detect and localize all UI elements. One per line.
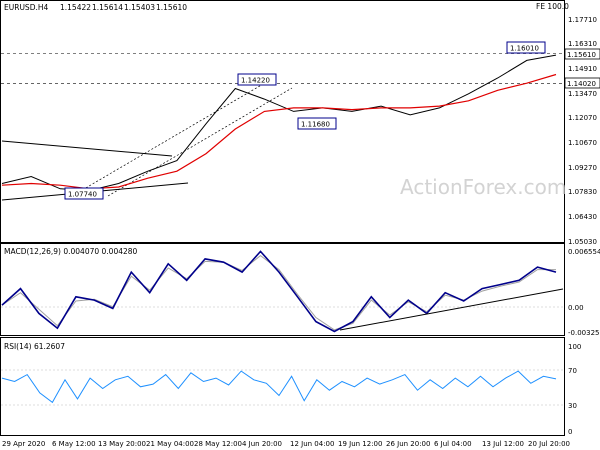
macd-signal-line [1,254,556,331]
x-axis: 29 Apr 2020 6 May 12:00 13 May 20:00 21 … [2,440,570,448]
price-tick-4: 1.13470 [568,90,597,98]
rsi-tick-100: 100 [568,343,581,351]
price-tick-8: 1.07830 [568,188,597,196]
x-label-4: 21 May 04:00 [146,440,194,448]
symbol-label: EURUSD.H4 [4,3,48,12]
svg-text:1.14220: 1.14220 [241,77,270,85]
chart-window: ActionForex.com EURUSD.H4 1.15422 1.1561… [0,0,600,450]
svg-text:1.07740: 1.07740 [68,191,97,199]
price-tick-5: 1.12070 [568,114,597,122]
fe-label: FE 100.0 [536,2,569,11]
ohlc-low: 1.15403 [124,3,155,12]
projection-line-2 [107,87,293,197]
price-tick-7: 1.09270 [568,164,597,172]
macd-main-line [1,250,557,333]
macd-title: MACD(12,26,9) 0.004070 0.004280 [4,247,138,256]
x-label-8: 19 Jun 12:00 [338,440,382,448]
macd-tick-1: 0.006554 [568,248,600,256]
ohlc-open: 1.15422 [60,3,91,12]
x-label-10: 6 Jul 04:00 [434,440,472,448]
x-label-2: 6 May 12:00 [52,440,96,448]
rsi-line [1,370,557,404]
macd-tick-3: -0.003259 [568,329,600,337]
projection-line-1 [71,79,271,197]
x-label-1: 29 Apr 2020 [2,440,45,448]
x-label-6: 4 Jun 20:00 [242,440,282,448]
price-tick-9: 1.06430 [568,213,597,221]
svg-text:1.14020: 1.14020 [567,80,596,88]
x-label-5: 28 May 12:00 [194,440,242,448]
price-tick-3: 1.14910 [568,65,597,73]
x-label-11: 13 Jul 12:00 [482,440,524,448]
price-tick-10: 1.05030 [568,238,597,246]
macd-tick-2: 0.00 [568,304,584,312]
swing-label-low-2: 1.07740 [64,187,104,200]
ohlc-high: 1.15614 [92,3,123,12]
price-series-line [1,54,557,192]
swing-label-high-1: 1.16010 [506,41,546,54]
price-badge-close: 1.15610 [564,48,600,60]
x-label-12: 20 Jul 20:00 [528,440,570,448]
watermark: ActionForex.com [400,175,566,199]
svg-text:1.15610: 1.15610 [567,51,596,59]
svg-text:1.11680: 1.11680 [301,121,330,129]
price-tick-2: 1.16310 [568,40,597,48]
triangle-upper-line [1,140,173,157]
price-tick-1: 1.17710 [568,16,597,24]
ohlc-close: 1.15610 [156,3,187,12]
rsi-tick-30: 30 [568,402,577,410]
chart-svg: ActionForex.com EURUSD.H4 1.15422 1.1561… [0,0,600,448]
price-panel-frame [0,0,565,243]
rsi-tick-0: 0 [568,428,572,436]
x-label-9: 26 Jun 20:00 [386,440,430,448]
rsi-tick-70: 70 [568,367,577,375]
rsi-title: RSI(14) 61.2607 [4,342,65,351]
x-label-7: 12 Jun 04:00 [290,440,334,448]
svg-text:1.16010: 1.16010 [510,45,539,53]
x-label-3: 13 May 20:00 [98,440,146,448]
price-tick-6: 1.10670 [568,139,597,147]
price-badge-ma: 1.14020 [564,77,600,89]
swing-label-low-1: 1.11680 [297,117,337,130]
swing-label-high-2: 1.14220 [237,73,277,86]
